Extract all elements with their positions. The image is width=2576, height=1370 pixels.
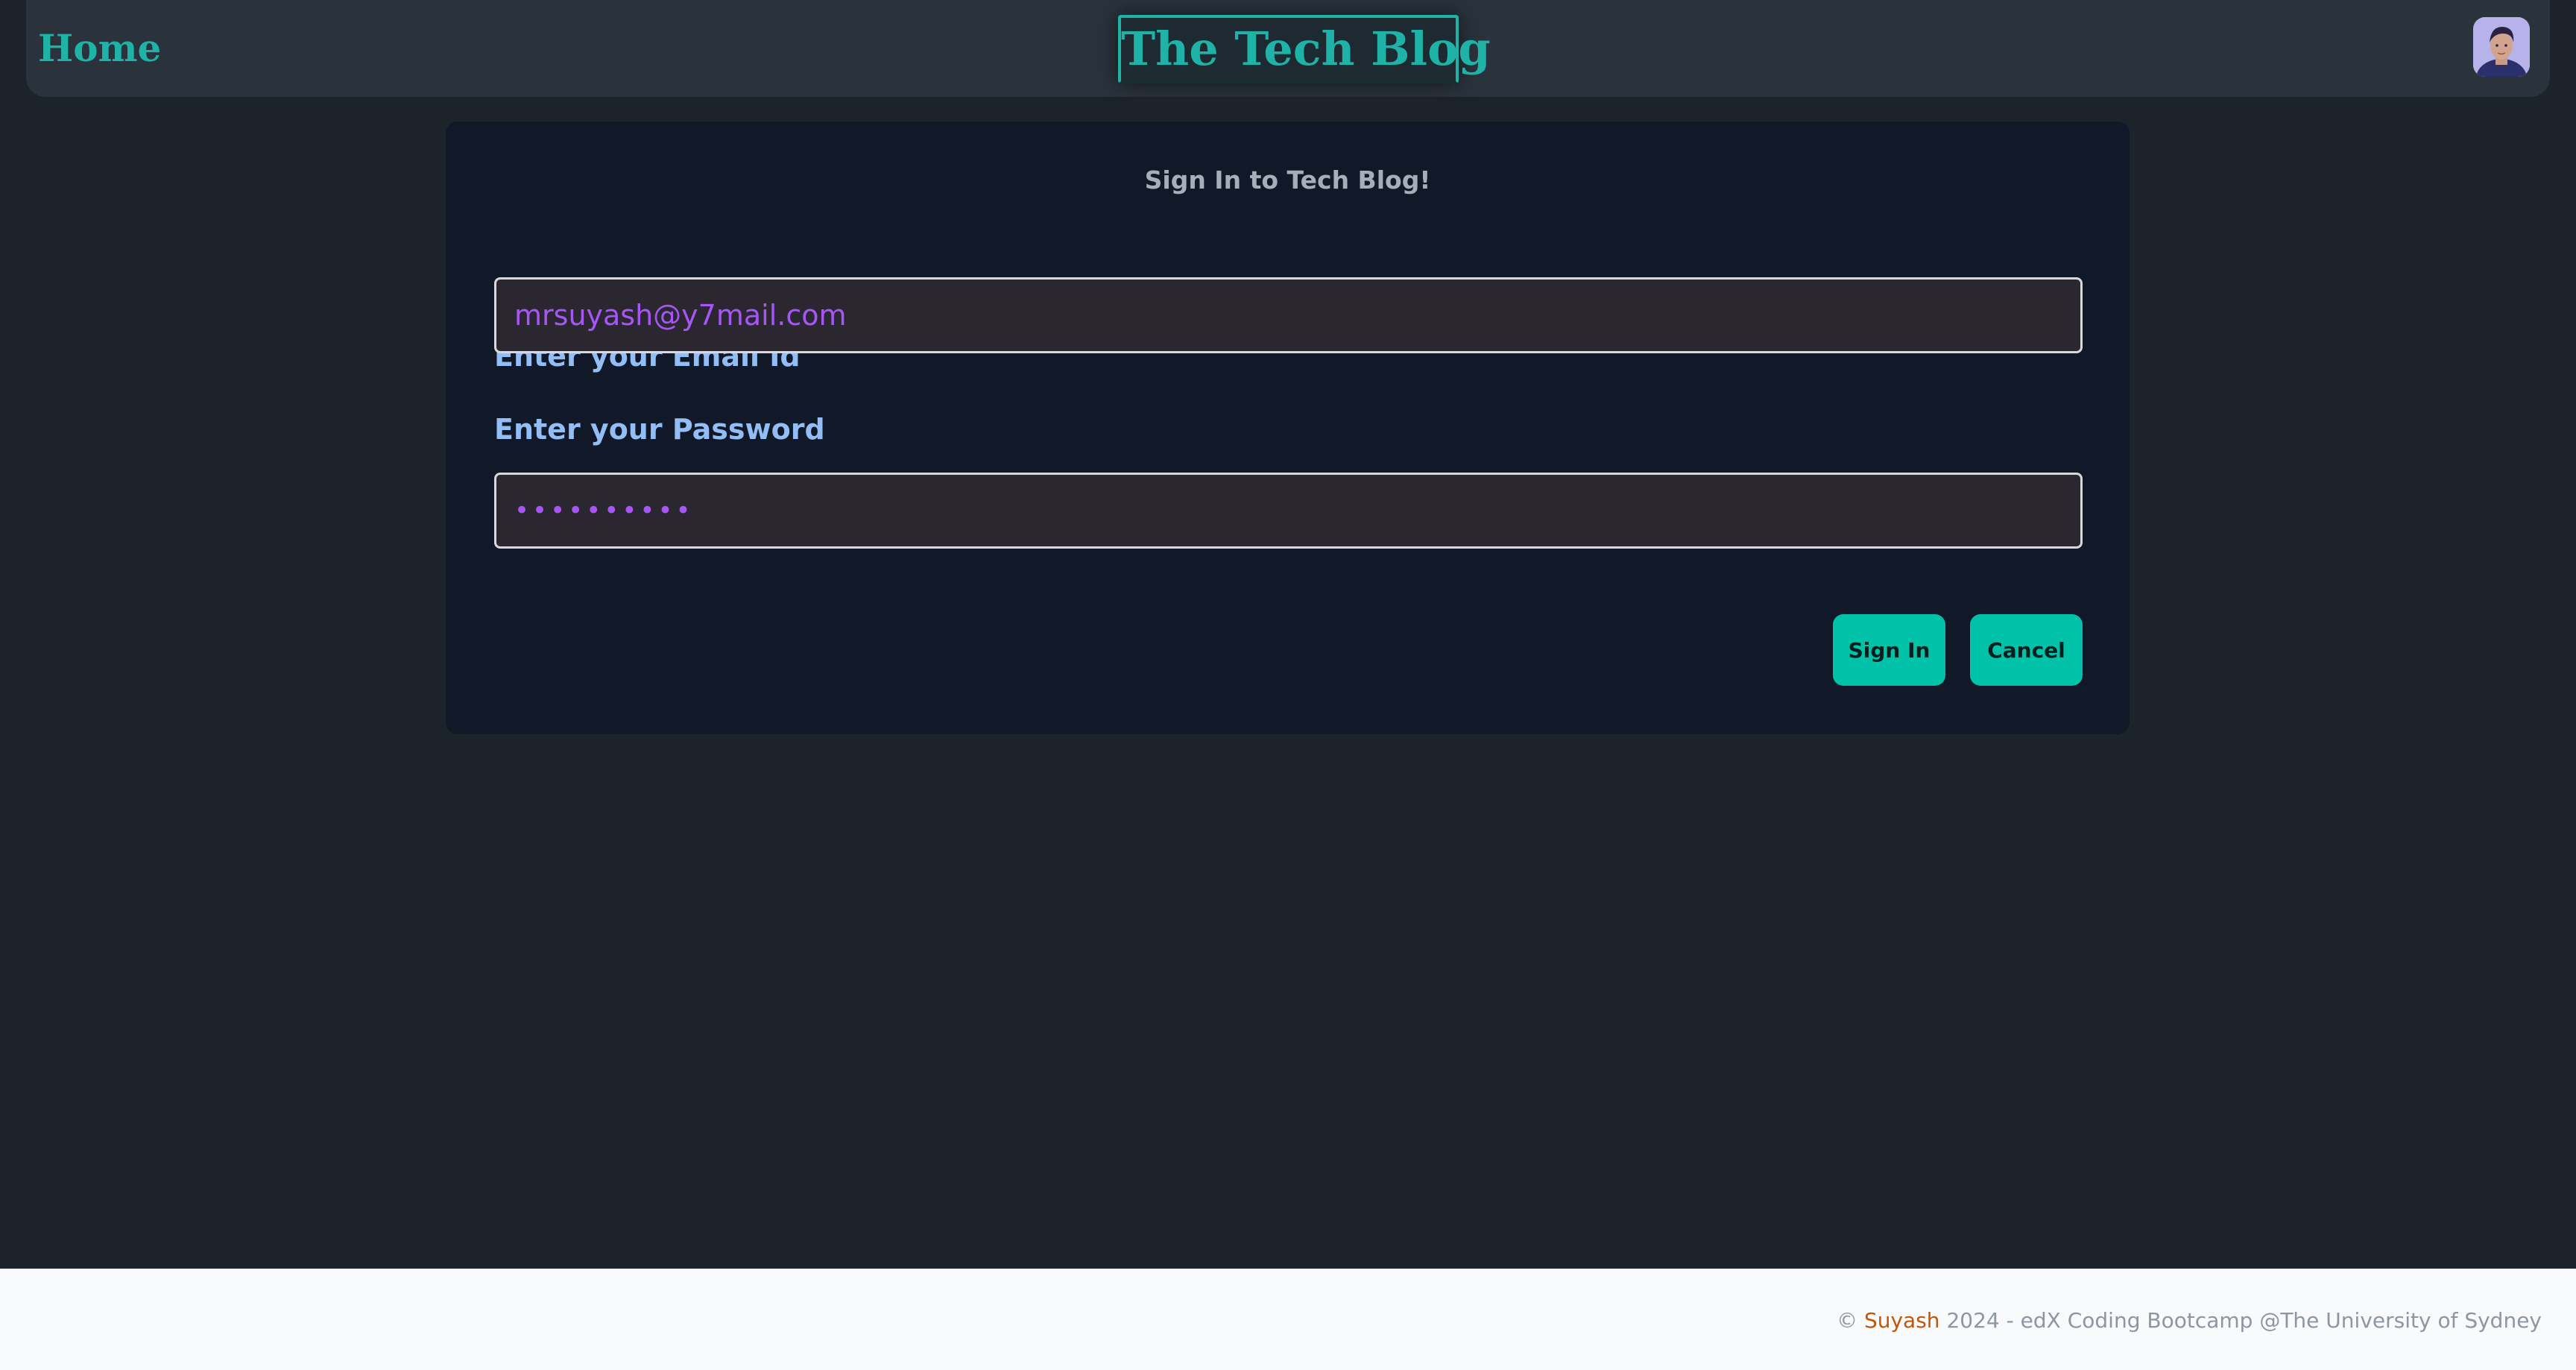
- copyright-symbol: ©: [1837, 1308, 1858, 1333]
- footer-author-link[interactable]: Suyash: [1864, 1308, 1940, 1333]
- signin-card: Sign In to Tech Blog! Enter your Email I…: [446, 121, 2130, 734]
- brand-logo[interactable]: The Tech Blog: [1118, 15, 1491, 83]
- email-field[interactable]: [494, 277, 2083, 353]
- footer-credit: 2024 - edX Coding Bootcamp @The Universi…: [1946, 1308, 2542, 1333]
- footer: © Suyash 2024 - edX Coding Bootcamp @The…: [0, 1269, 2576, 1370]
- password-field[interactable]: [494, 473, 2083, 549]
- home-link[interactable]: Home: [38, 24, 161, 73]
- cancel-button[interactable]: Cancel: [1970, 614, 2083, 686]
- avatar[interactable]: [2473, 17, 2530, 77]
- password-label: Enter your Password: [494, 413, 825, 446]
- avatar-photo-icon: [2473, 17, 2530, 77]
- signin-title: Sign In to Tech Blog!: [1144, 165, 1431, 195]
- navbar: Home The Tech Blog: [26, 0, 2550, 97]
- signin-button[interactable]: Sign In: [1833, 614, 1945, 686]
- brand-title: The Tech Blog: [1121, 22, 1491, 76]
- footer-copyright: © Suyash 2024 - edX Coding Bootcamp @The…: [1837, 1306, 2542, 1336]
